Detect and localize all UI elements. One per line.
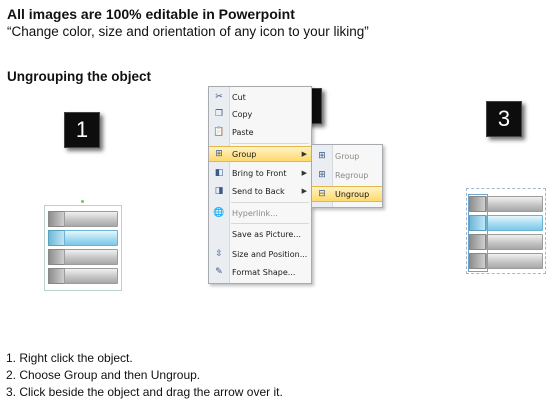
hyperlink-icon: 🌐: [213, 208, 225, 218]
bring-to-front-icon: ◧: [214, 168, 224, 178]
menu-item-save-as-picture[interactable]: Save as Picture...: [209, 226, 311, 242]
bar-cube-selected: [48, 230, 65, 246]
page-subtitle: “Change color, size and orientation of a…: [7, 24, 369, 39]
menu-separator: [231, 223, 309, 224]
group-icon: ⊞: [215, 149, 223, 159]
step-1-box: 1: [64, 112, 100, 148]
submenu-item-regroup[interactable]: ⊞ Regroup: [312, 167, 382, 183]
menu-item-group[interactable]: ⊞ Group ▶: [209, 146, 311, 162]
menu-item-bring-to-front[interactable]: ◧ Bring to Front ▶: [209, 165, 311, 181]
instruction-2: 2. Choose Group and then Ungroup.: [6, 368, 201, 382]
cube-selection-box: [468, 194, 488, 272]
copy-icon: ❐: [214, 109, 224, 119]
submenu-arrow-icon: ▶: [301, 187, 307, 195]
grouped-object[interactable]: [44, 200, 122, 291]
group-icon: ⊞: [318, 151, 326, 161]
menu-item-send-to-back[interactable]: ◨ Send to Back ▶: [209, 183, 311, 199]
submenu-arrow-icon: ▶: [301, 150, 307, 158]
menu-item-copy[interactable]: ❐ Copy: [209, 106, 311, 122]
context-menu: ✂ Cut ❐ Copy 📋 Paste ⊞ Group ▶ ◧ Bring t…: [208, 86, 312, 284]
submenu-item-group[interactable]: ⊞ Group: [312, 148, 382, 164]
menu-item-format-shape[interactable]: ✎ Format Shape...: [209, 264, 311, 280]
paste-icon: 📋: [213, 127, 225, 137]
group-submenu: ⊞ Group ⊞ Regroup ⊟ Ungroup: [311, 144, 383, 208]
submenu-item-ungroup[interactable]: ⊟ Ungroup: [312, 186, 382, 202]
size-position-icon: ⇳: [215, 249, 223, 259]
bar-4: [64, 268, 118, 284]
menu-item-paste[interactable]: 📋 Paste: [209, 124, 311, 140]
scissors-icon: ✂: [215, 92, 223, 102]
page-title: All images are 100% editable in Powerpoi…: [7, 6, 295, 22]
rotation-handle[interactable]: [81, 200, 84, 203]
send-to-back-icon: ◨: [214, 186, 224, 196]
regroup-icon: ⊞: [318, 170, 326, 180]
menu-item-hyperlink[interactable]: 🌐 Hyperlink...: [209, 205, 311, 221]
bar-cube: [48, 211, 65, 227]
bar-3: [64, 249, 118, 265]
section-heading: Ungrouping the object: [7, 69, 151, 84]
menu-item-size-and-position[interactable]: ⇳ Size and Position...: [209, 246, 311, 262]
bar-cube: [48, 268, 65, 284]
instructions-list: 1. Right click the object. 2. Choose Gro…: [6, 350, 283, 401]
instruction-3: 3. Click beside the object and drag the …: [6, 385, 283, 399]
bar-cube: [48, 249, 65, 265]
bar-1: [64, 211, 118, 227]
menu-item-cut[interactable]: ✂ Cut: [209, 89, 311, 105]
menu-separator: [231, 202, 309, 203]
instruction-1: 1. Right click the object.: [6, 351, 133, 365]
bar-3: [486, 234, 543, 250]
step-3-box: 3: [486, 101, 522, 137]
ungrouped-object[interactable]: [466, 188, 546, 274]
ungroup-icon: ⊟: [318, 189, 326, 199]
submenu-arrow-icon: ▶: [301, 169, 307, 177]
format-shape-icon: ✎: [215, 267, 223, 277]
menu-separator: [231, 143, 309, 144]
bar-2-selected: [486, 215, 543, 231]
bar-1: [486, 196, 543, 212]
bar-2-selected: [64, 230, 118, 246]
bar-4: [486, 253, 543, 269]
